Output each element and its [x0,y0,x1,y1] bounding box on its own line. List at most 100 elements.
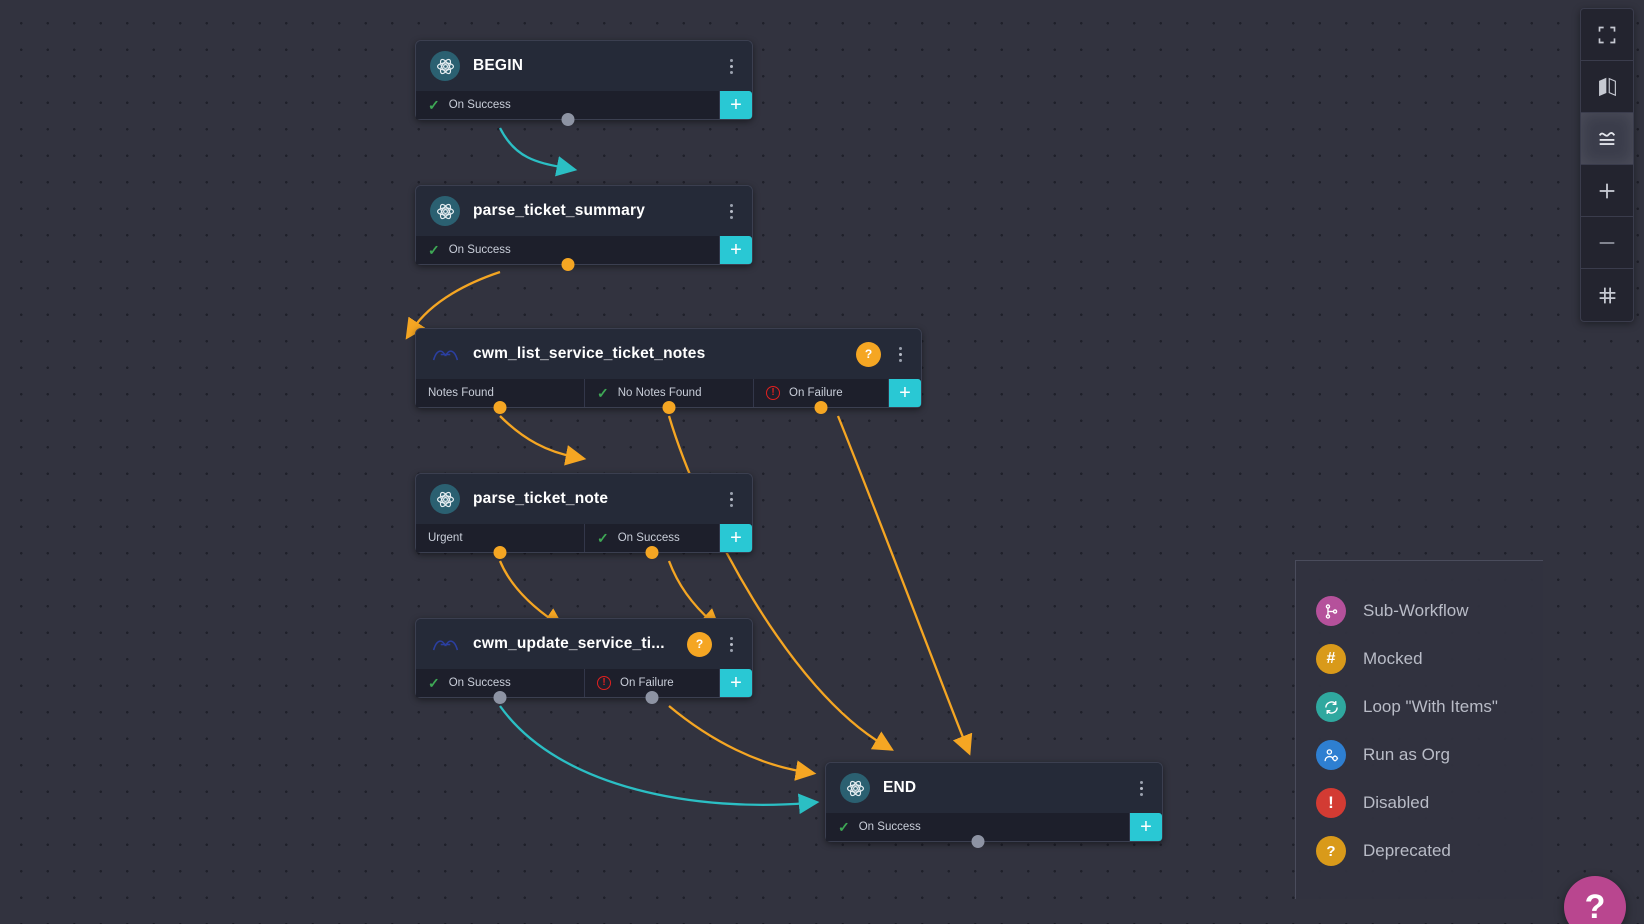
port-notes-found[interactable]: Notes Found [416,379,585,414]
port-on-failure[interactable]: ! On Failure [754,379,889,414]
node-cwm-update-service-ticket[interactable]: cwm_update_service_ti... ? ✓ On Success … [415,618,753,704]
kebab-menu-icon[interactable] [1130,773,1152,803]
port-on-success[interactable]: ✓ On Success [416,669,585,704]
port-label: On Success [448,677,511,689]
legend-item-mocked: # Mocked [1296,635,1543,683]
fit-to-screen-button[interactable] [1581,9,1633,61]
legend-label: Run as Org [1363,745,1450,764]
node-title: parse_ticket_note [473,490,609,507]
check-icon: ✓ [428,675,440,691]
node-end-header[interactable]: END [826,763,1162,813]
hash-icon: # [1316,644,1346,674]
kebab-menu-icon[interactable] [889,339,911,369]
check-icon: ✓ [597,530,609,546]
node-cwm-list-service-ticket-notes[interactable]: cwm_list_service_ticket_notes ? Notes Fo… [415,328,922,414]
kebab-menu-icon[interactable] [720,51,742,81]
port-connector-dot[interactable] [662,401,676,414]
node-cwm-update-header[interactable]: cwm_update_service_ti... ? [416,619,752,669]
help-button[interactable]: ? [1564,876,1626,924]
node-parse-ticket-summary[interactable]: parse_ticket_summary ✓ On Success + [415,185,753,271]
node-end-ports: ✓ On Success + [826,813,1162,848]
port-no-notes-found[interactable]: ✓ No Notes Found [585,379,754,414]
fullscreen-icon [1598,26,1616,43]
disabled-icon: ! [1316,788,1346,818]
add-node-button[interactable]: + [1130,813,1162,841]
grid-icon [1599,287,1615,303]
zoom-in-button[interactable] [1581,165,1633,217]
node-parse-ticket-summary-ports: ✓ On Success + [416,236,752,271]
layers-button[interactable] [1581,113,1633,165]
port-on-success[interactable]: ✓ On Success [826,813,1130,848]
add-node-button[interactable]: + [720,669,752,697]
legend-item-deprecated: ? Deprecated [1296,827,1543,875]
port-on-failure[interactable]: ! On Failure [585,669,720,704]
deprecated-badge[interactable]: ? [856,341,881,367]
map-icon [1598,77,1616,97]
legend-panel: Sub-Workflow # Mocked Loop "With Items" [1295,560,1543,899]
edge-cwm-update-success-to-end [499,705,820,815]
minus-icon [1599,241,1615,244]
legend-item-run-as-org: Run as Org [1296,731,1543,779]
port-urgent[interactable]: Urgent [416,524,585,559]
node-begin-ports: ✓ On Success + [416,91,752,126]
node-begin[interactable]: BEGIN ✓ On Success + [415,40,753,126]
atom-icon [430,196,460,226]
atom-icon [430,51,460,81]
port-label: Notes Found [428,387,494,399]
zoom-out-button[interactable] [1581,217,1633,269]
legend-item-loop-with-items: Loop "With Items" [1296,683,1543,731]
port-connector-dot[interactable] [561,113,574,126]
port-connector-dot[interactable] [645,691,659,704]
atom-icon [840,773,870,803]
port-label: Urgent [428,532,463,544]
node-title: cwm_list_service_ticket_notes [473,345,706,362]
add-node-button[interactable]: + [889,379,921,407]
edge-parse-note-success-to-cwm-update [667,560,721,630]
kebab-menu-icon[interactable] [720,629,742,659]
port-label: On Success [858,821,921,833]
legend-label: Loop "With Items" [1363,697,1498,716]
legend-label: Mocked [1363,649,1423,668]
legend-item-sub-workflow: Sub-Workflow [1296,587,1543,635]
node-begin-header[interactable]: BEGIN [416,41,752,91]
check-icon: ✓ [597,385,609,401]
kebab-menu-icon[interactable] [720,196,742,226]
node-title: parse_ticket_summary [473,202,646,219]
node-end[interactable]: END ✓ On Success + [825,762,1163,848]
port-connector-dot[interactable] [493,401,507,414]
node-parse-ticket-summary-header[interactable]: parse_ticket_summary [416,186,752,236]
port-connector-dot[interactable] [561,258,574,271]
node-parse-ticket-note[interactable]: parse_ticket_note Urgent ✓ On Success + [415,473,753,559]
node-cwm-list-header[interactable]: cwm_list_service_ticket_notes ? [416,329,921,379]
port-connector-dot[interactable] [814,401,828,414]
check-icon: ✓ [428,97,440,113]
port-label: On Failure [789,387,843,399]
node-parse-ticket-note-header[interactable]: parse_ticket_note [416,474,752,524]
port-connector-dot[interactable] [645,546,659,559]
port-on-success[interactable]: ✓ On Success [585,524,720,559]
toggle-grid-button[interactable] [1581,269,1633,321]
node-cwm-update-ports: ✓ On Success ! On Failure + [416,669,752,704]
port-on-success[interactable]: ✓ On Success [416,236,720,271]
minimap-button[interactable] [1581,61,1633,113]
node-title: END [883,779,917,796]
add-node-button[interactable]: + [720,236,752,264]
port-connector-dot[interactable] [493,691,507,704]
legend-item-disabled: ! Disabled [1296,779,1543,827]
legend-label: Deprecated [1363,841,1451,860]
workflow-canvas[interactable]: BEGIN ✓ On Success + parse_ticket_summar… [0,0,1644,924]
deprecated-badge[interactable]: ? [687,631,712,657]
add-node-button[interactable]: + [720,91,752,119]
deprecated-icon: ? [1316,836,1346,866]
port-on-success[interactable]: ✓ On Success [416,91,720,126]
add-node-button[interactable]: + [720,524,752,552]
atom-icon [430,484,460,514]
port-label: No Notes Found [617,387,702,399]
kebab-menu-icon[interactable] [720,484,742,514]
port-label: On Success [448,99,511,111]
port-connector-dot[interactable] [971,835,984,848]
alert-icon: ! [766,386,780,400]
edge-urgent-to-cwm-update [498,560,565,629]
canvas-toolbar[interactable] [1580,8,1634,322]
port-connector-dot[interactable] [493,546,507,559]
